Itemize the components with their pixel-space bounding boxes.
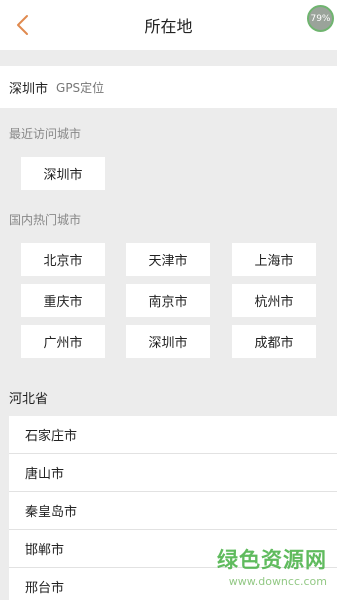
hot-city-button[interactable]: 上海市 [232,243,316,276]
top-bar: 所在地 [0,0,337,50]
recent-city-button[interactable]: 深圳市 [21,157,105,190]
list-item[interactable]: 唐山市 [9,454,337,492]
page-title: 所在地 [144,17,193,36]
hot-city-button[interactable]: 广州市 [21,325,105,358]
list-item[interactable]: 石家庄市 [9,416,337,454]
hot-city-button[interactable]: 南京市 [126,284,210,317]
gps-city-name: 深圳市 [9,81,49,97]
province-header: 河北省 [9,392,49,407]
back-button[interactable] [6,8,40,42]
gps-label: GPS定位 [56,80,105,95]
back-chevron-icon [17,15,28,35]
watermark: 绿色资源网 www.downcc.com [207,544,327,592]
hot-city-button[interactable]: 重庆市 [21,284,105,317]
recent-cities-title: 最近访问城市 [9,127,82,141]
gps-location-row[interactable]: 深圳市 GPS定位 [0,66,337,108]
hot-cities-title: 国内热门城市 [9,213,82,227]
hot-city-button[interactable]: 成都市 [232,325,316,358]
watermark-url: www.downcc.com [228,575,327,588]
floating-progress-badge[interactable]: 79% [307,5,334,32]
hot-city-button[interactable]: 杭州市 [232,284,316,317]
list-item[interactable]: 秦皇岛市 [9,492,337,530]
hot-city-button[interactable]: 天津市 [126,243,210,276]
watermark-text: 绿色资源网 [217,548,327,572]
hot-city-button[interactable]: 北京市 [21,243,105,276]
hot-city-button[interactable]: 深圳市 [126,325,210,358]
